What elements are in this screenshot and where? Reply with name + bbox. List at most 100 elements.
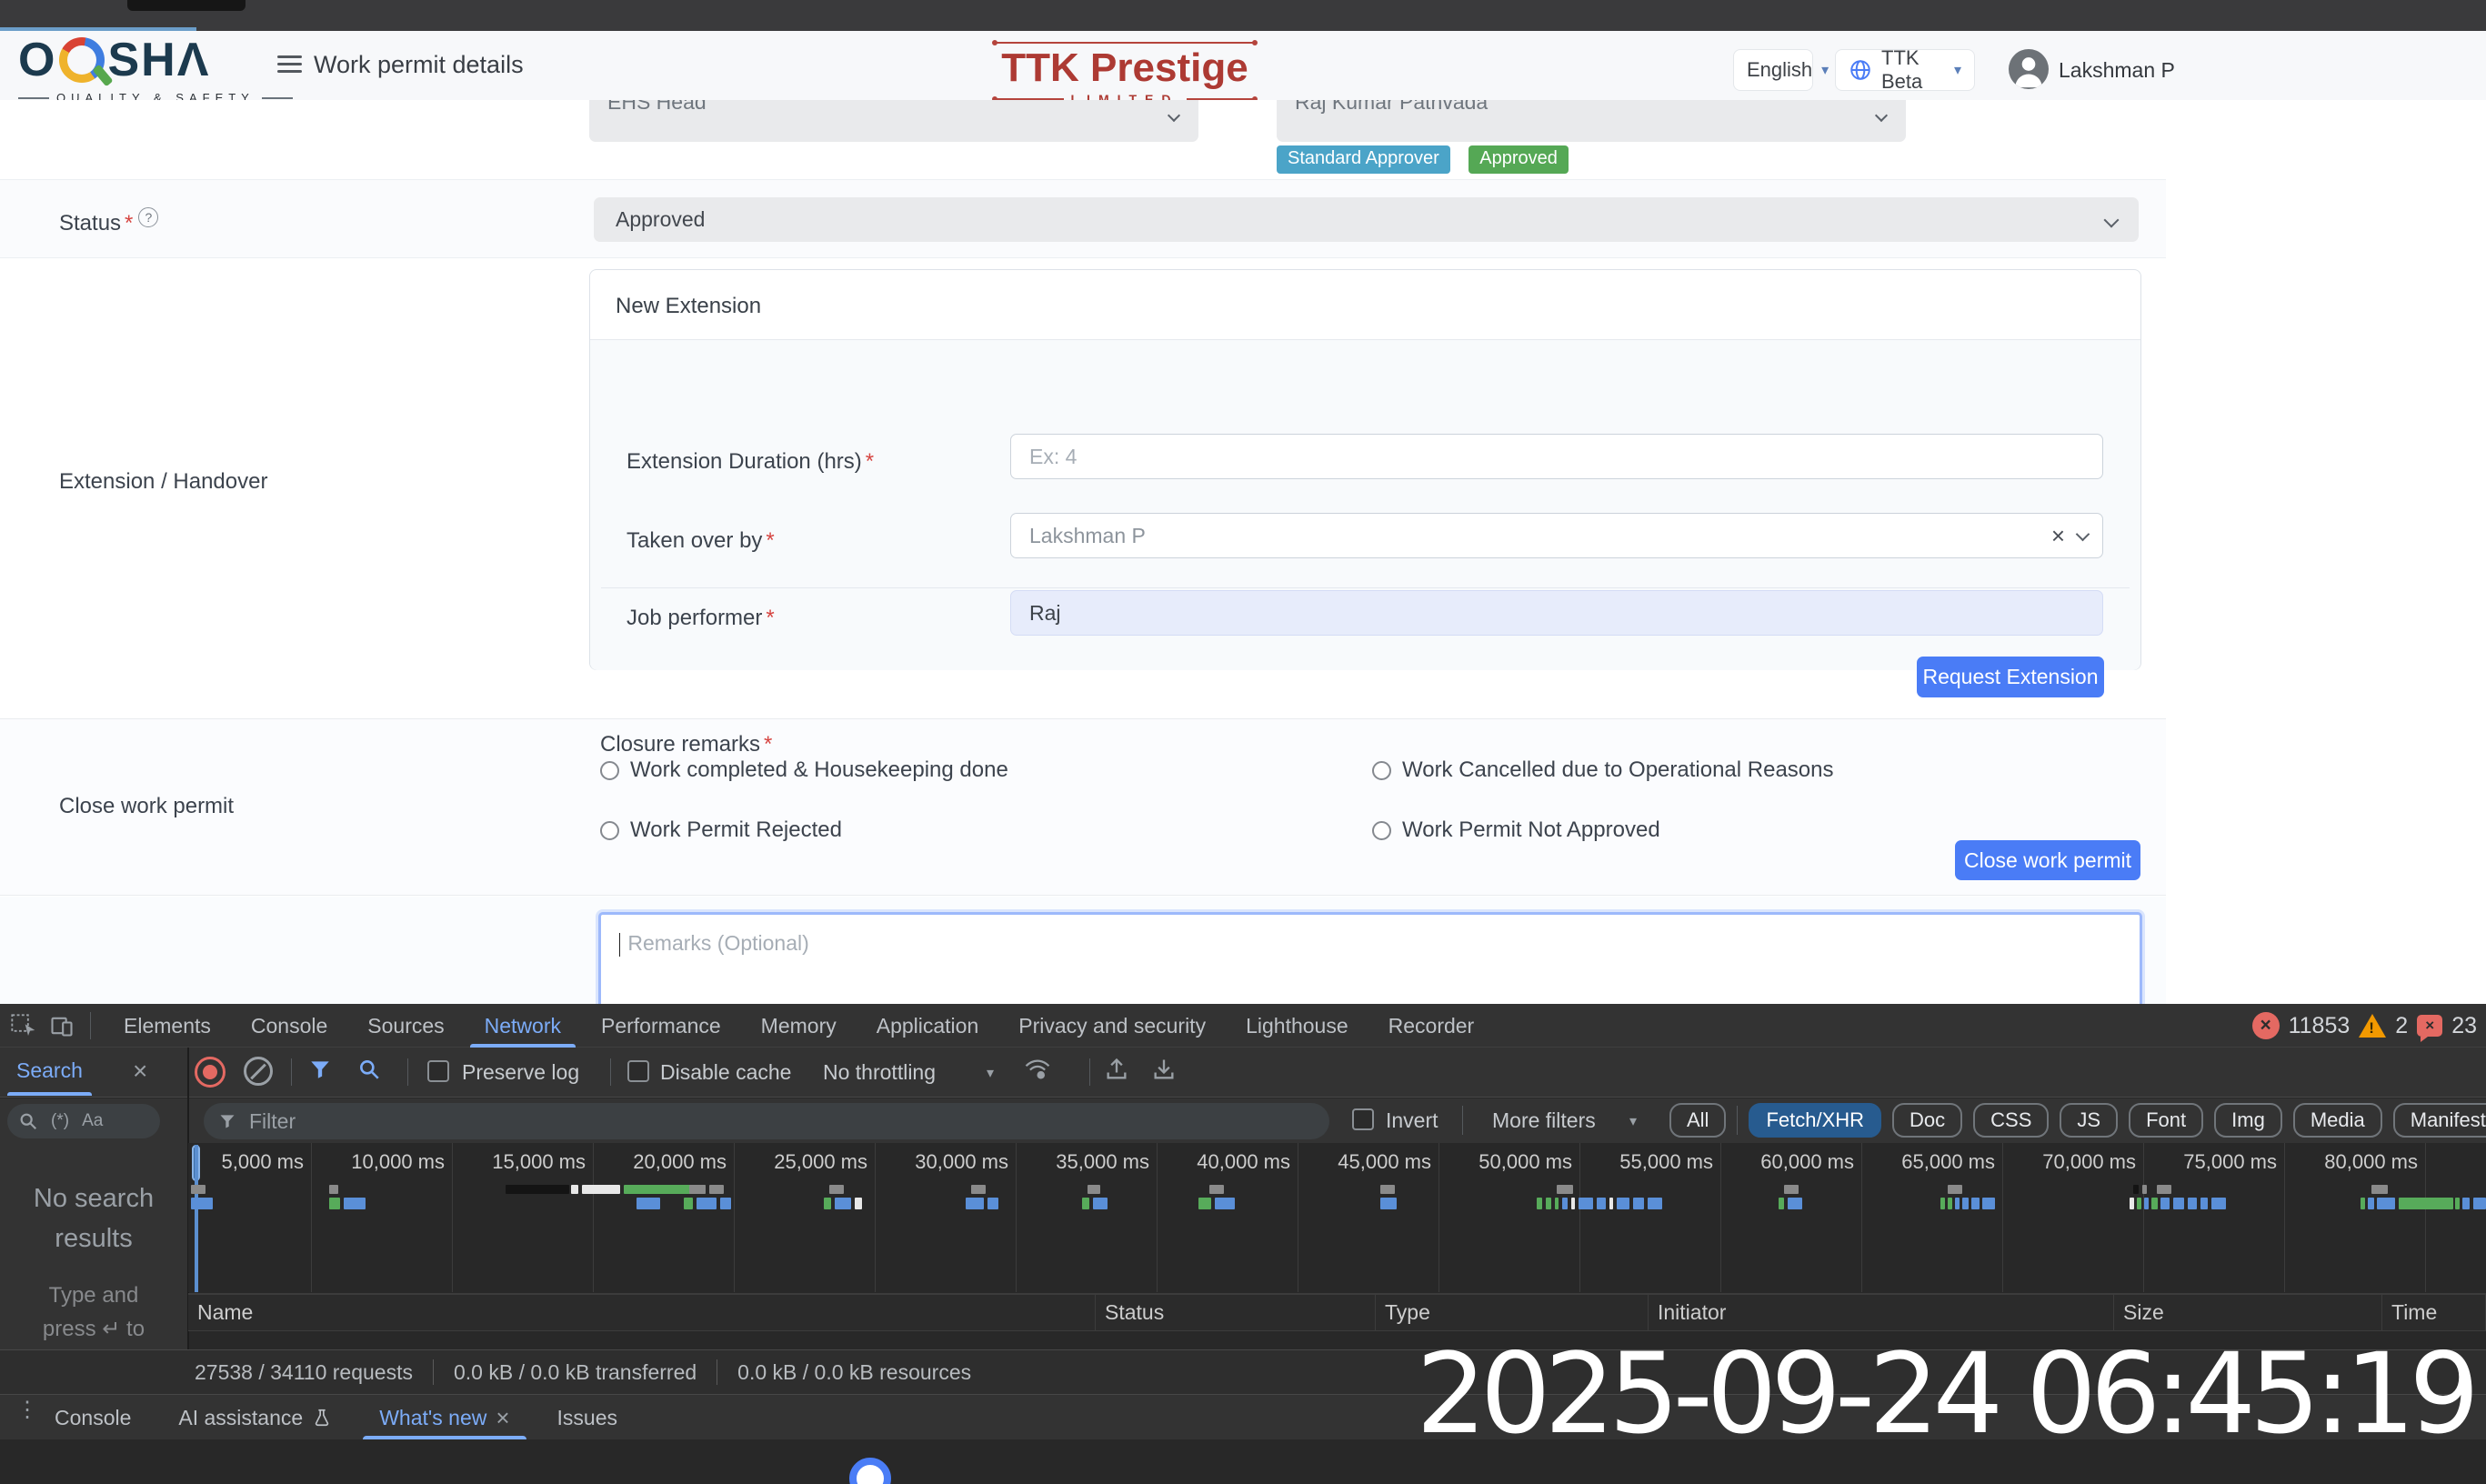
drawer-tab-ai-assistance[interactable]: AI assistance — [178, 1395, 332, 1440]
clear-network-log-icon[interactable] — [244, 1057, 273, 1086]
user-avatar[interactable] — [2009, 49, 2049, 89]
invert-label[interactable]: Invert — [1386, 1108, 1438, 1133]
filter-chip-img[interactable]: Img — [2214, 1103, 2282, 1138]
close-icon[interactable]: × — [133, 1057, 147, 1086]
request-waterfall-bar — [2144, 1198, 2149, 1209]
language-select[interactable]: English ▾ — [1733, 49, 1813, 91]
filter-chip-doc[interactable]: Doc — [1892, 1103, 1962, 1138]
radio-button[interactable] — [1372, 821, 1391, 840]
clear-icon[interactable]: × — [2051, 525, 2065, 546]
closure-option-work-completed-housekeeping-done[interactable]: Work completed & Housekeeping done — [600, 757, 1008, 783]
filter-chip-font[interactable]: Font — [2129, 1103, 2203, 1138]
network-overview-timeline[interactable]: 5,000 ms10,000 ms15,000 ms20,000 ms25,00… — [188, 1143, 2486, 1292]
devtools-tab-performance[interactable]: Performance — [601, 1004, 721, 1048]
close-permit-section-label: Close work permit — [59, 794, 234, 819]
ttk-brand-name: TTK Prestige — [994, 45, 1256, 91]
drawer-tab-issues[interactable]: Issues — [557, 1395, 617, 1440]
devtools-tab-sources[interactable]: Sources — [367, 1004, 444, 1048]
record-network-log-icon[interactable] — [195, 1057, 226, 1088]
network-conditions-icon[interactable] — [1023, 1055, 1052, 1084]
remarks-textarea[interactable]: Remarks (Optional) — [598, 912, 2142, 1012]
network-toolbar: Search × Preserve log Disable cache No t… — [0, 1048, 2486, 1098]
devtools-tab-console[interactable]: Console — [251, 1004, 327, 1048]
export-har-icon[interactable] — [1149, 1055, 1178, 1084]
devtools-tab-lighthouse[interactable]: Lighthouse — [1246, 1004, 1348, 1048]
devtools-tab-memory[interactable]: Memory — [761, 1004, 837, 1048]
request-waterfall-bar — [1788, 1198, 1802, 1209]
invert-checkbox[interactable] — [1352, 1108, 1374, 1130]
disable-cache-label[interactable]: Disable cache — [660, 1060, 791, 1085]
more-filters-button[interactable]: More filters — [1492, 1108, 1596, 1133]
search-query-input[interactable]: (*) Aa — [7, 1104, 160, 1138]
column-header-time[interactable]: Time — [2382, 1295, 2486, 1330]
drawer-tab-what-s-new[interactable]: What's new× — [379, 1395, 509, 1440]
timeline-tick-label: 20,000 ms — [590, 1150, 727, 1174]
taken-over-by-select[interactable]: Lakshman P × — [1010, 513, 2103, 558]
filter-chip-css[interactable]: CSS — [1973, 1103, 2049, 1138]
job-performer-input[interactable]: Raj — [1010, 590, 2103, 636]
drawer-tab-label: Issues — [557, 1406, 617, 1430]
transferred-size: 0.0 kB / 0.0 kB transferred — [434, 1360, 717, 1385]
chevron-down-icon[interactable]: ▾ — [987, 1064, 994, 1082]
filter-chip-manifest[interactable]: Manifest — [2393, 1103, 2486, 1138]
timeline-tick-label: 70,000 ms — [2000, 1150, 2136, 1174]
preserve-log-checkbox[interactable] — [427, 1060, 449, 1082]
column-header-name[interactable]: Name — [188, 1295, 1096, 1330]
radio-label: Work completed & Housekeeping done — [630, 757, 1008, 783]
flask-icon — [312, 1408, 332, 1428]
request-extension-button[interactable]: Request Extension — [1917, 657, 2104, 697]
filter-chip-media[interactable]: Media — [2293, 1103, 2382, 1138]
environment-select[interactable]: TTK Beta ▾ — [1835, 49, 1975, 91]
more-tools-icon[interactable]: ⋮ — [16, 1406, 25, 1414]
network-filter-input[interactable]: Filter — [204, 1103, 1329, 1139]
search-drawer-tab[interactable]: Search — [16, 1058, 83, 1083]
radio-button[interactable] — [600, 821, 619, 840]
status-select[interactable]: Approved — [594, 197, 2139, 242]
ttk-prestige-logo: TTK Prestige LIMITED — [994, 42, 1256, 106]
throttling-select[interactable]: No throttling — [823, 1060, 936, 1085]
search-icon[interactable] — [355, 1055, 384, 1084]
help-icon[interactable]: ? — [138, 207, 158, 227]
inspect-element-icon[interactable] — [9, 1011, 38, 1040]
request-waterfall-bar — [1555, 1198, 1559, 1209]
filter-chip-js[interactable]: JS — [2060, 1103, 2118, 1138]
regex-toggle-icon[interactable]: (*) — [51, 1111, 69, 1131]
timeline-tick-label: 5,000 ms — [188, 1150, 304, 1174]
radio-button[interactable] — [600, 761, 619, 780]
request-waterfall-bar — [697, 1198, 717, 1209]
radio-button[interactable] — [1372, 761, 1391, 780]
text-cursor — [619, 933, 620, 957]
devtools-tab-network[interactable]: Network — [485, 1004, 561, 1048]
devtools-tabbar: Elements Console Sources Network Performance… — [0, 1004, 2486, 1048]
close-icon[interactable]: × — [496, 1404, 509, 1432]
device-toolbar-icon[interactable] — [47, 1011, 76, 1040]
devtools-status-badges[interactable]: × 11853 2 × 23 — [2252, 1004, 2477, 1048]
close-work-permit-button[interactable]: Close work permit — [1955, 840, 2140, 880]
column-header-initiator[interactable]: Initiator — [1649, 1295, 2114, 1330]
closure-option-work-permit-rejected[interactable]: Work Permit Rejected — [600, 817, 842, 843]
column-header-size[interactable]: Size — [2114, 1295, 2382, 1330]
devtools-tab-privacy-and-security[interactable]: Privacy and security — [1018, 1004, 1206, 1048]
drawer-tab-console[interactable]: Console — [55, 1395, 131, 1440]
preserve-log-label[interactable]: Preserve log — [462, 1060, 579, 1085]
devtools-tab-application[interactable]: Application — [877, 1004, 979, 1048]
column-header-status[interactable]: Status — [1096, 1295, 1376, 1330]
closure-option-work-cancelled-due-to-operational-reasons[interactable]: Work Cancelled due to Operational Reason… — [1372, 757, 1834, 783]
filter-chip-fetch-xhr[interactable]: Fetch/XHR — [1749, 1103, 1881, 1138]
devtools-tab-elements[interactable]: Elements — [124, 1004, 211, 1048]
approver-select[interactable]: Raj Kumar Pathvada — [1277, 100, 1906, 142]
import-har-icon[interactable] — [1102, 1055, 1131, 1084]
filter-icon[interactable] — [306, 1055, 335, 1084]
user-name[interactable]: Lakshman P — [2059, 58, 2175, 83]
column-header-type[interactable]: Type — [1376, 1295, 1649, 1330]
match-case-toggle-icon[interactable]: Aa — [82, 1111, 103, 1131]
role-select[interactable]: EHS Head — [589, 100, 1198, 142]
request-waterfall-bar — [1955, 1198, 1960, 1209]
duration-input[interactable]: Ex: 4 — [1010, 434, 2103, 479]
disable-cache-checkbox[interactable] — [627, 1060, 649, 1082]
request-waterfall-bar — [582, 1185, 620, 1194]
devtools-tab-recorder[interactable]: Recorder — [1388, 1004, 1475, 1048]
closure-option-work-permit-not-approved[interactable]: Work Permit Not Approved — [1372, 817, 1660, 843]
menu-icon[interactable] — [277, 55, 302, 74]
filter-chip-all[interactable]: All — [1669, 1103, 1726, 1138]
